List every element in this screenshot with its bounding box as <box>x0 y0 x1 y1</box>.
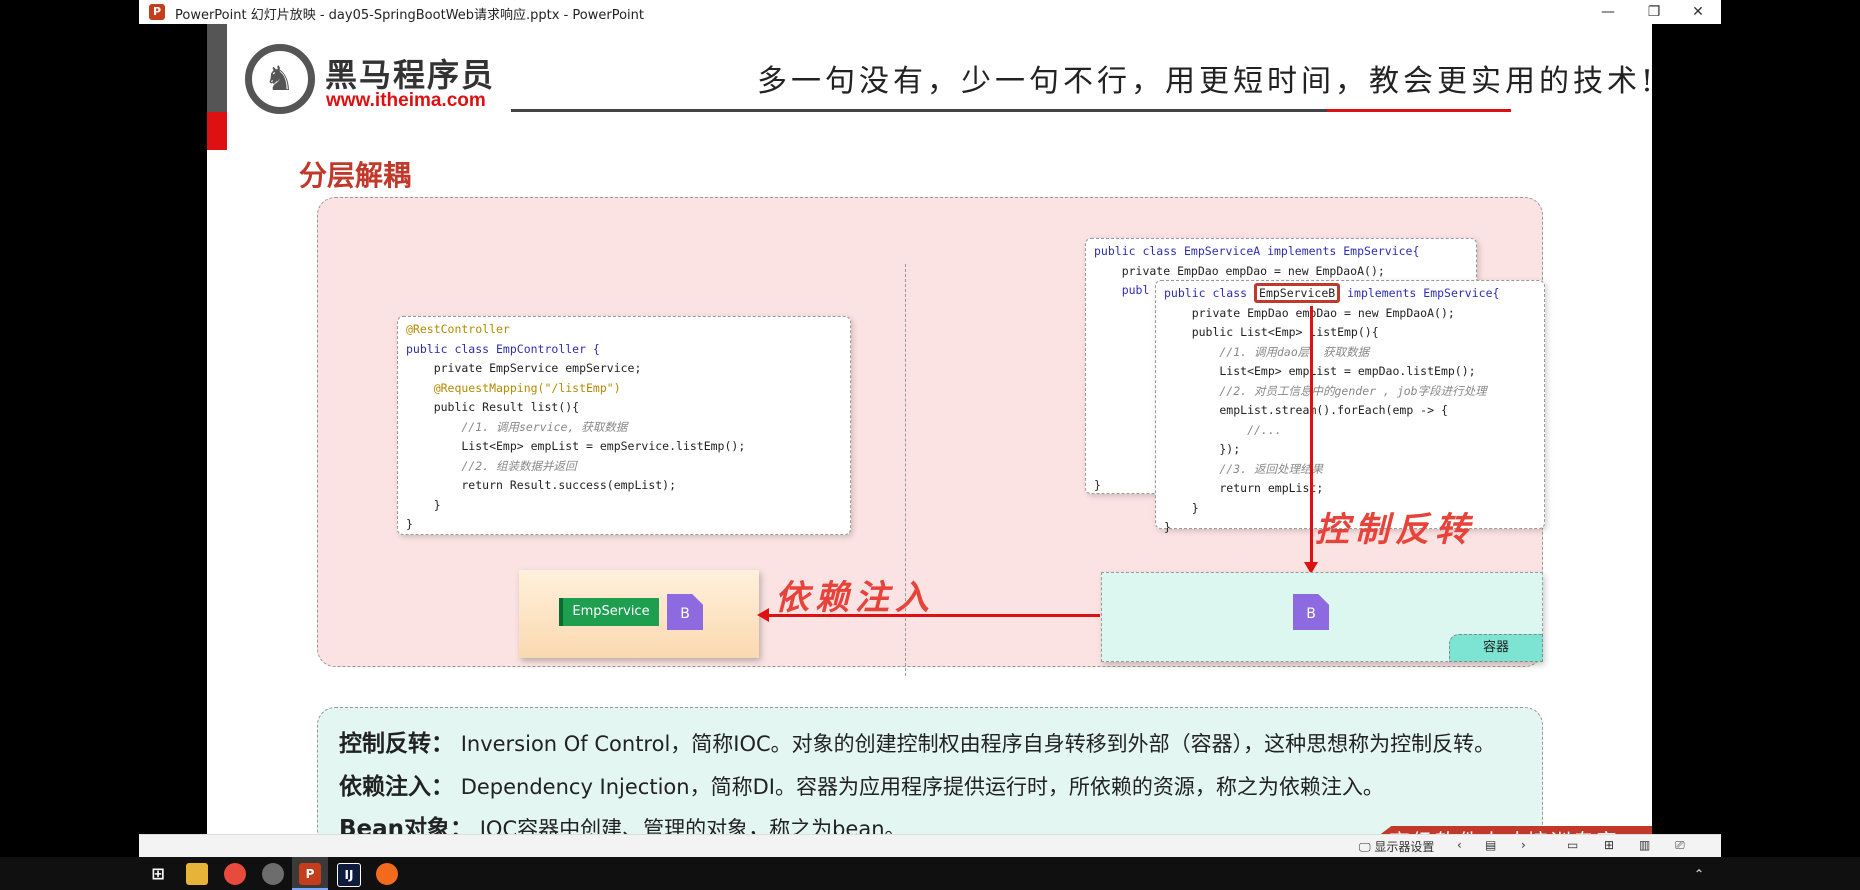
logo-url: www.itheima.com <box>326 90 486 111</box>
di-arrowhead <box>757 608 769 622</box>
horse-logo-icon: ♞ <box>245 44 315 114</box>
next-slide-button[interactable]: › <box>1521 838 1526 852</box>
code-line: List<Emp> empList = empService.listEmp()… <box>406 439 746 453</box>
close-button[interactable]: ✕ <box>1675 0 1721 24</box>
container-label: 容器 <box>1449 634 1543 662</box>
highlighted-class-name: EmpServiceB <box>1254 283 1341 303</box>
slide[interactable]: ♞ 黑马程序员 www.itheima.com 多一句没有，少一句不行，用更短时… <box>207 24 1652 834</box>
section-title: 分层解耦 <box>299 159 412 192</box>
powerpoint-icon: P <box>149 4 165 20</box>
chrome-icon[interactable] <box>224 863 246 885</box>
slogan: 多一句没有，少一句不行，用更短时间，教会更实用的技术! <box>757 64 1652 99</box>
bean-definition: Bean对象： IOC容器中创建、管理的对象，称之为bean。 <box>339 809 906 834</box>
chevron-up-icon[interactable]: ⌃ <box>1688 863 1710 885</box>
ioc-term: 控制反转： <box>339 731 454 757</box>
title-bar: P PowerPoint 幻灯片放映 - day05-SpringBootWeb… <box>139 0 1721 25</box>
previous-slide-button[interactable]: ‹ <box>1457 838 1462 852</box>
ioc-arrow <box>1310 306 1313 568</box>
code-line: return empList; <box>1164 481 1324 495</box>
code-line: //1. 调用dao层, 获取数据 <box>1164 344 1370 359</box>
code-line: @RestController <box>406 322 510 336</box>
presenter-view-icon[interactable]: ⎚ <box>1675 838 1685 853</box>
restore-button[interactable]: ❐ <box>1631 0 1677 24</box>
code-line: } <box>406 517 413 531</box>
header-divider-accent <box>1327 109 1511 112</box>
code-line: public List<Emp> listEmp(){ <box>1164 325 1379 339</box>
side-accent-red <box>207 112 227 150</box>
code-token: public class <box>1164 286 1255 300</box>
bean-b-icon: B <box>1293 594 1329 630</box>
footer-banner: 高级软件人才培训专家 <box>1349 826 1652 834</box>
code-line: return Result.success(empList); <box>406 478 677 492</box>
slide-sorter-icon[interactable]: ⊞ <box>1604 838 1614 852</box>
code-line: empList.stream().forEach(emp -> { <box>1164 403 1448 417</box>
powerpoint-window: P PowerPoint 幻灯片放映 - day05-SpringBootWeb… <box>139 0 1721 858</box>
code-line: private EmpService empService; <box>406 361 642 375</box>
code-line: private EmpDao empDao = new EmpDaoA(); <box>1094 263 1385 278</box>
intellij-icon[interactable]: IJ <box>337 863 361 887</box>
postman-icon[interactable] <box>376 863 398 885</box>
side-accent-gray <box>207 24 227 112</box>
ioc-description: Inversion Of Control，简称IOC。对象的创建控制权由程序自身… <box>460 732 1496 756</box>
code-line: public class EmpController { <box>406 341 600 356</box>
code-line: //2. 对员工信息中的gender , job字段进行处理 <box>1164 383 1487 398</box>
app-icon[interactable] <box>262 863 284 885</box>
ioc-definition: 控制反转： Inversion Of Control，简称IOC。对象的创建控制… <box>339 724 1495 758</box>
display-settings-label: 显示器设置 <box>1374 840 1435 854</box>
windows-start-icon[interactable]: ⊞ <box>147 863 169 885</box>
code-line: //2. 组装数据并返回 <box>406 458 577 473</box>
di-term: 依赖注入： <box>339 774 454 800</box>
taskbar: ⊞ P IJ ⌃ <box>0 857 1860 890</box>
code-token: implements EmpService{ <box>1340 286 1500 300</box>
bean-description: IOC容器中创建、管理的对象，称之为bean。 <box>479 817 906 834</box>
window-title: PowerPoint 幻灯片放映 - day05-SpringBootWeb请求… <box>175 8 644 23</box>
code-line: //1. 调用service, 获取数据 <box>406 419 628 434</box>
reading-view-icon[interactable]: ▥ <box>1639 838 1650 852</box>
code-line: @RequestMapping("/listEmp") <box>406 380 621 395</box>
code-line: //3. 返回处理结果 <box>1164 461 1324 476</box>
code-line: List<Emp> empList = empDao.listEmp(); <box>1164 364 1476 378</box>
code-line: }); <box>1164 442 1241 456</box>
monitor-icon: 🖵 <box>1359 840 1371 854</box>
code-line: private EmpDao empDao = new EmpDaoA(); <box>1191 305 1455 320</box>
bean-term: Bean对象： <box>339 816 474 834</box>
file-explorer-icon[interactable] <box>186 863 208 885</box>
service-b-code-block: public class EmpServiceB implements EmpS… <box>1155 280 1545 534</box>
powerpoint-icon: P <box>299 863 321 885</box>
di-handwritten-label: 依赖注入 <box>775 578 935 618</box>
display-settings-button[interactable]: 🖵 显示器设置 <box>1359 838 1434 855</box>
normal-view-icon[interactable]: ▭ <box>1567 838 1578 852</box>
empservice-tag: EmpService <box>559 598 659 626</box>
minimize-button[interactable]: — <box>1585 0 1631 24</box>
code-line: public class EmpServiceA implements EmpS… <box>1094 244 1420 258</box>
code-line: } <box>406 497 441 512</box>
di-definition: 依赖注入： Dependency Injection，简称DI。容器为应用程序提… <box>339 767 1384 801</box>
slide-menu-icon[interactable]: ▤ <box>1485 838 1496 852</box>
code-line: //... <box>1164 422 1282 437</box>
code-line: public Result list(){ <box>406 400 580 414</box>
ioc-handwritten-label: 控制反转 <box>1315 510 1475 550</box>
slideshow-status-bar: 🖵 显示器设置 ‹ ▤ › ▭ ⊞ ▥ ⎚ <box>139 834 1721 858</box>
controller-code-block: @RestController public class EmpControll… <box>397 316 851 535</box>
bean-b-icon: B <box>667 594 703 630</box>
di-description: Dependency Injection，简称DI。容器为应用程序提供运行时，所… <box>460 775 1384 799</box>
